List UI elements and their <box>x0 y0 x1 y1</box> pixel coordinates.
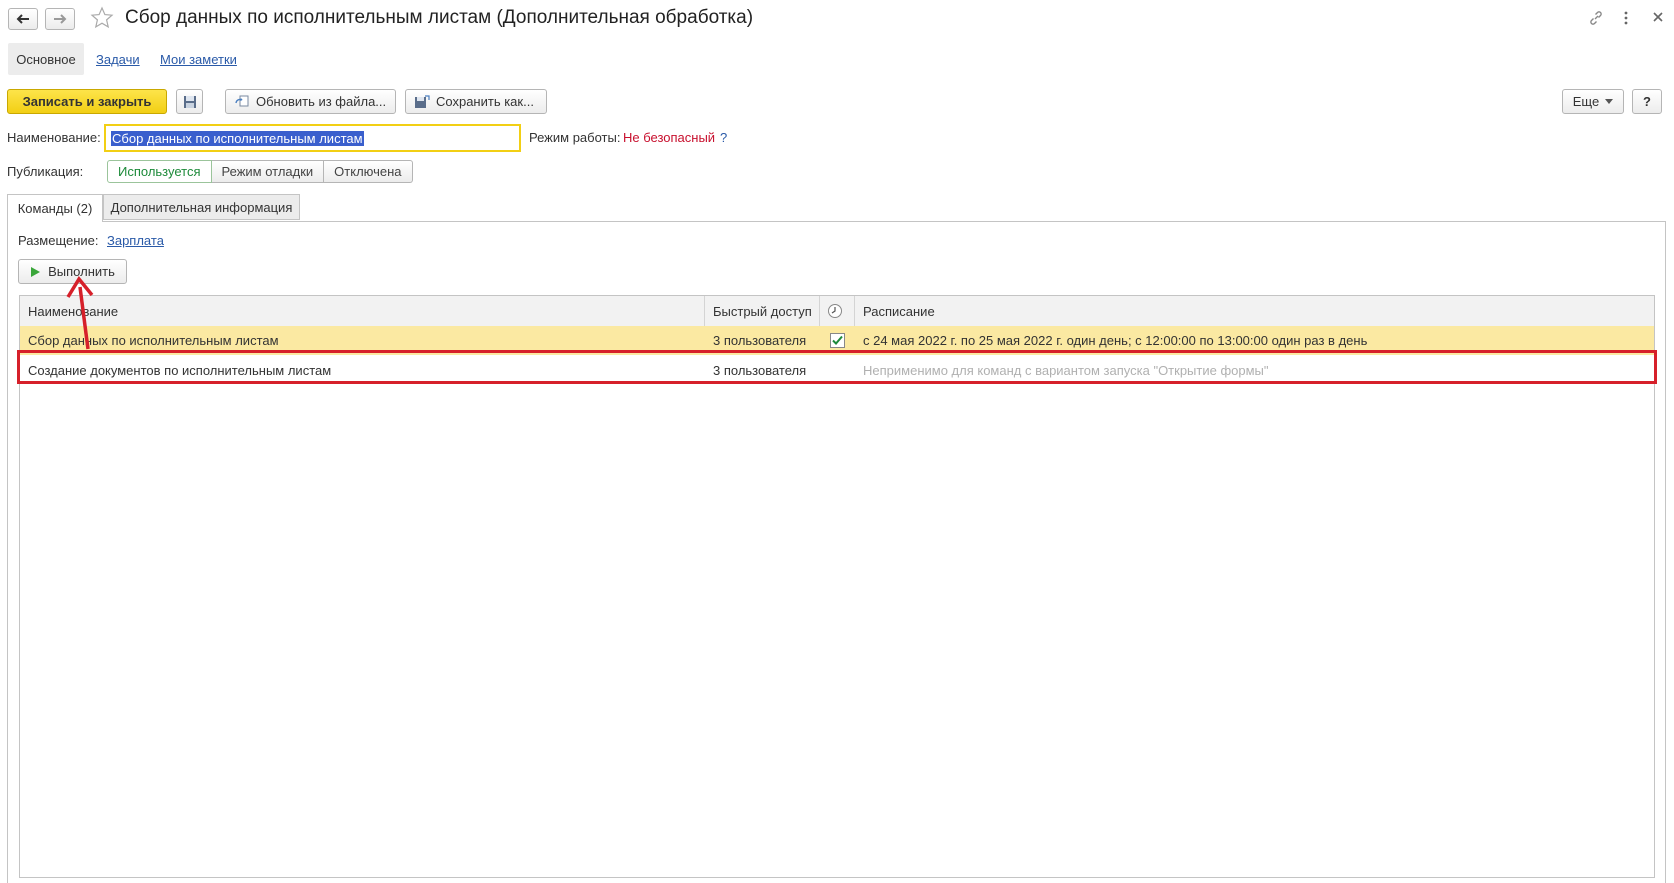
column-header-schedule-icon[interactable] <box>820 296 854 326</box>
mode-value[interactable]: Не безопасный <box>623 130 715 145</box>
row-quick-access-cell: 3 пользователя <box>713 363 807 378</box>
save-as-button[interactable]: Сохранить как... <box>405 89 547 114</box>
table-row[interactable]: Сбор данных по исполнительным листам 3 п… <box>20 326 1654 355</box>
arrow-left-icon <box>16 14 29 24</box>
publication-option-disabled[interactable]: Отключена <box>324 160 413 183</box>
run-button[interactable]: Выполнить <box>18 259 127 284</box>
name-field[interactable]: Сбор данных по исполнительным листам <box>104 124 521 152</box>
refresh-file-icon <box>235 95 249 106</box>
column-header-name[interactable]: Наименование <box>20 296 704 326</box>
row-name-cell: Создание документов по исполнительным ли… <box>28 363 332 378</box>
floppy-disk-icon <box>183 95 196 108</box>
commands-table[interactable]: Наименование Быстрый доступ Расписание С… <box>19 295 1655 878</box>
forward-button[interactable] <box>45 8 75 30</box>
play-icon <box>31 266 41 277</box>
table-row[interactable]: Создание документов по исполнительным ли… <box>20 356 1654 385</box>
tab-additional-info[interactable]: Дополнительная информация <box>103 194 300 220</box>
publication-switch[interactable]: Используется Режим отладки Отключена <box>107 160 413 183</box>
row-schedule-cell: Неприменимо для команд с вариантом запус… <box>863 363 1269 378</box>
mode-help-icon[interactable]: ? <box>720 130 727 145</box>
chevron-down-icon <box>1605 99 1614 104</box>
page-title: Сбор данных по исполнительным листам (До… <box>125 7 754 28</box>
more-button[interactable]: Еще <box>1562 89 1624 114</box>
table-header: Наименование Быстрый доступ Расписание <box>20 296 1654 327</box>
save-as-icon <box>415 94 430 108</box>
arrow-right-icon <box>54 14 67 24</box>
placement-label: Размещение: <box>18 233 99 248</box>
column-header-schedule[interactable]: Расписание <box>855 296 1655 326</box>
row-schedule-cell: с 24 мая 2022 г. по 25 мая 2022 г. один … <box>863 333 1368 348</box>
favorite-star-icon[interactable] <box>90 6 114 33</box>
mode-label: Режим работы: <box>529 130 621 145</box>
clock-icon <box>828 304 842 318</box>
publication-option-debug[interactable]: Режим отладки <box>211 160 325 183</box>
save-button[interactable] <box>176 89 203 114</box>
menu-dots-icon[interactable] <box>1623 10 1629 29</box>
placement-link[interactable]: Зарплата <box>107 233 164 248</box>
help-button[interactable]: ? <box>1632 89 1662 114</box>
back-button[interactable] <box>8 8 38 30</box>
tab-main[interactable]: Основное <box>8 43 84 75</box>
publication-option-used[interactable]: Используется <box>107 160 212 183</box>
close-icon[interactable] <box>1652 11 1664 26</box>
row-scheduled-checkbox[interactable] <box>820 326 854 355</box>
publication-label: Публикация: <box>7 164 84 179</box>
row-name-cell: Сбор данных по исполнительным листам <box>28 333 279 348</box>
link-icon[interactable] <box>1588 10 1604 29</box>
checkbox-checked-icon <box>830 333 845 348</box>
row-quick-access-cell: 3 пользователя <box>713 333 807 348</box>
save-and-close-button[interactable]: Записать и закрыть <box>7 89 167 114</box>
name-field-value: Сбор данных по исполнительным листам <box>111 130 364 146</box>
update-from-file-button[interactable]: Обновить из файла... <box>225 89 396 114</box>
tab-main-label: Основное <box>16 51 76 67</box>
column-header-quick-access[interactable]: Быстрый доступ <box>705 296 819 326</box>
tab-commands[interactable]: Команды (2) <box>7 194 103 222</box>
tab-tasks[interactable]: Задачи <box>96 52 140 67</box>
tab-my-notes[interactable]: Мои заметки <box>160 52 237 67</box>
name-label: Наименование: <box>7 130 101 145</box>
